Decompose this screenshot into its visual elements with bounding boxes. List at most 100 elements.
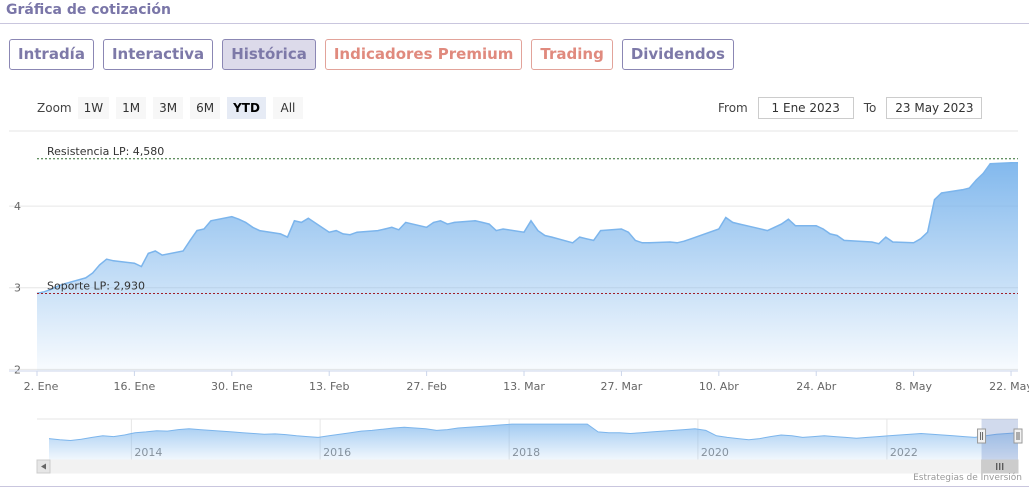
data-point bbox=[961, 188, 964, 191]
data-point bbox=[182, 250, 185, 253]
data-point bbox=[140, 265, 143, 268]
data-point bbox=[230, 215, 233, 218]
data-point bbox=[815, 224, 818, 227]
data-point bbox=[328, 231, 331, 234]
from-label: From bbox=[718, 101, 748, 115]
data-point bbox=[822, 228, 825, 231]
data-point bbox=[404, 221, 407, 224]
data-point bbox=[731, 221, 734, 224]
data-point bbox=[766, 229, 769, 232]
data-point bbox=[481, 221, 484, 224]
data-point bbox=[356, 231, 359, 234]
x-tick-label: 16. Ene bbox=[114, 380, 156, 393]
tab-indicadores-premium[interactable]: Indicadores Premium bbox=[324, 39, 523, 70]
x-tick-label: 24. Abr bbox=[796, 380, 836, 393]
data-point bbox=[773, 226, 776, 229]
data-point bbox=[502, 228, 505, 231]
data-point bbox=[690, 237, 693, 240]
data-point bbox=[669, 241, 672, 244]
data-point bbox=[933, 198, 936, 201]
data-point bbox=[112, 259, 115, 262]
data-point bbox=[258, 229, 261, 232]
tab-interactiva[interactable]: Interactiva bbox=[102, 39, 214, 70]
tab-intradía[interactable]: Intradía bbox=[9, 39, 94, 70]
zoom-label: Zoom bbox=[37, 101, 72, 115]
data-point bbox=[982, 172, 985, 175]
x-axis: 2. Ene 16. Ene 30. Ene 13. Feb 27. Feb 13. Ma… bbox=[9, 370, 1029, 393]
data-point bbox=[342, 232, 345, 235]
data-point bbox=[578, 236, 581, 239]
data-point bbox=[237, 218, 240, 221]
tab-trading[interactable]: Trading bbox=[531, 39, 613, 70]
data-point bbox=[836, 234, 839, 237]
navigator-window[interactable] bbox=[981, 419, 1018, 460]
data-point bbox=[884, 236, 887, 239]
y-tick-label: 3 bbox=[14, 282, 21, 295]
range-selector-inputs: From 1 Ene 2023 To 23 May 2023 bbox=[718, 97, 983, 119]
data-point bbox=[43, 290, 46, 293]
range-button-1w[interactable]: 1W bbox=[77, 97, 110, 119]
range-button-ytd[interactable]: YTD bbox=[227, 97, 266, 119]
navigator-handle-right[interactable] bbox=[1013, 428, 1023, 444]
data-point bbox=[210, 219, 213, 222]
data-point bbox=[133, 262, 136, 265]
data-point bbox=[279, 232, 282, 235]
data-point bbox=[843, 239, 846, 242]
data-point bbox=[571, 241, 574, 244]
data-point bbox=[196, 229, 199, 232]
data-point bbox=[543, 234, 546, 237]
range-button-3m[interactable]: 3M bbox=[153, 97, 184, 119]
chart-navigator[interactable]: 20142016201820202022 bbox=[37, 418, 1023, 460]
tab-histórica[interactable]: Histórica bbox=[222, 39, 316, 70]
data-point bbox=[474, 219, 477, 222]
price-area bbox=[37, 162, 1018, 371]
data-point bbox=[919, 237, 922, 240]
to-label: To bbox=[863, 101, 877, 115]
range-button-1m[interactable]: 1M bbox=[116, 97, 147, 119]
data-point bbox=[592, 239, 595, 242]
data-point bbox=[877, 242, 880, 245]
data-point bbox=[307, 217, 310, 220]
data-point bbox=[488, 223, 491, 226]
data-point bbox=[397, 228, 400, 231]
data-point bbox=[161, 254, 164, 257]
data-point bbox=[550, 236, 553, 239]
data-point bbox=[495, 229, 498, 232]
to-date-input[interactable]: 23 May 2023 bbox=[886, 97, 983, 119]
bottom-divider bbox=[0, 486, 1029, 487]
data-point bbox=[780, 223, 783, 226]
data-point bbox=[446, 223, 449, 226]
navigator-handle-left[interactable] bbox=[977, 428, 987, 444]
data-point bbox=[98, 263, 101, 266]
price-chart: Resistencia LP: 4,580 Soporte LP: 2,930 2… bbox=[9, 130, 1029, 474]
x-tick-label: 2. Ene bbox=[24, 380, 59, 393]
data-point bbox=[530, 219, 533, 222]
data-point bbox=[940, 192, 943, 195]
data-point bbox=[293, 219, 296, 222]
data-point bbox=[244, 221, 247, 224]
y-axis: 2 3 4 bbox=[14, 200, 21, 376]
data-point bbox=[537, 229, 540, 232]
range-button-all[interactable]: All bbox=[272, 97, 303, 119]
data-point bbox=[300, 221, 303, 224]
data-point bbox=[829, 232, 832, 235]
x-tick-label: 27. Mar bbox=[601, 380, 643, 393]
chart-tabs: Intradía Interactiva Histórica Indicadores … bbox=[9, 39, 734, 70]
data-point bbox=[926, 231, 929, 234]
data-point bbox=[147, 252, 150, 255]
data-point bbox=[377, 229, 380, 232]
data-point bbox=[335, 229, 338, 232]
x-tick-label: 13. Feb bbox=[309, 380, 349, 393]
x-tick-label: 10. Abr bbox=[699, 380, 739, 393]
from-date-input[interactable]: 1 Ene 2023 bbox=[757, 97, 854, 119]
x-tick-label: 8. May bbox=[895, 380, 932, 393]
range-button-6m[interactable]: 6M bbox=[190, 97, 221, 119]
data-point bbox=[648, 241, 651, 244]
range-selector-buttons: Zoom 1W 1M 3M 6M YTD All bbox=[37, 97, 310, 119]
data-point bbox=[189, 239, 192, 242]
data-point bbox=[349, 233, 352, 236]
tab-dividendos[interactable]: Dividendos bbox=[621, 39, 734, 70]
data-point bbox=[676, 241, 679, 244]
chart-scrollbar[interactable] bbox=[36, 459, 1019, 474]
chart-credits: Estrategias de Inversión bbox=[913, 473, 1022, 483]
